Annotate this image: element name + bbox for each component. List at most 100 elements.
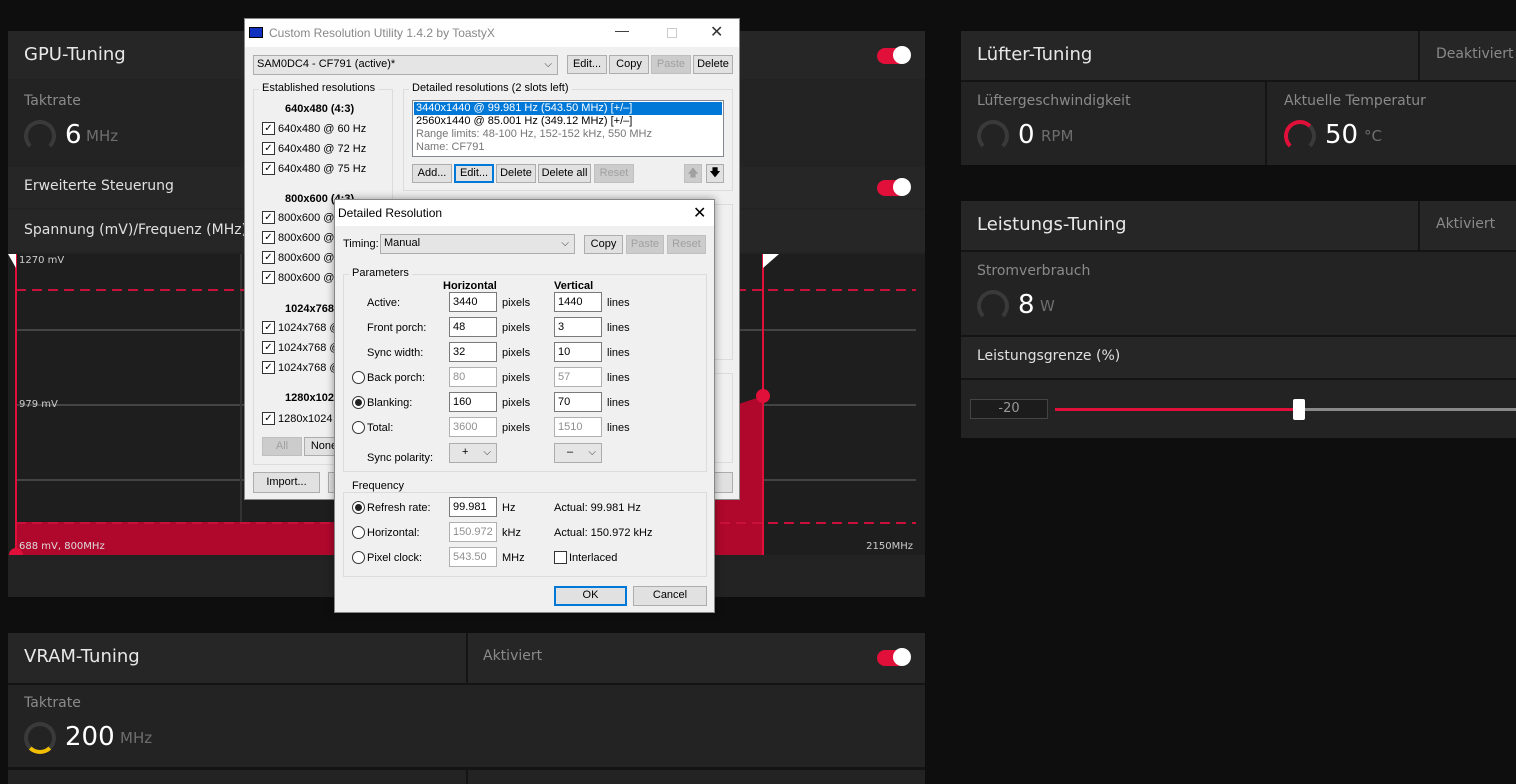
fan-speed-unit: RPM <box>1041 127 1074 145</box>
vram-clock-value: 200 <box>65 722 115 752</box>
param-label: Back porch: <box>367 372 426 384</box>
reset-button[interactable]: Reset <box>594 164 634 183</box>
minimize-icon[interactable]: — <box>615 22 629 38</box>
vram-toggle[interactable] <box>877 648 911 666</box>
param-v-input[interactable]: 57 <box>554 367 602 387</box>
h-sync-value: + <box>462 446 469 458</box>
slider-thumb[interactable] <box>1293 399 1305 420</box>
horizontal-freq-radio[interactable] <box>352 526 365 539</box>
monitor-paste-button[interactable]: Paste <box>651 55 691 74</box>
vram-title: VRAM-Tuning <box>24 646 140 667</box>
resolution-item: 800x600 @ <box>278 252 335 264</box>
ok-button[interactable]: OK <box>554 586 627 606</box>
dialog-reset-button[interactable]: Reset <box>667 235 706 254</box>
edit-button[interactable]: Edit... <box>454 164 494 183</box>
checkbox[interactable]: ✓ <box>262 271 275 284</box>
checkbox[interactable]: ✓ <box>262 211 275 224</box>
param-v-unit: lines <box>607 372 630 384</box>
slider-fill <box>1055 408 1299 411</box>
horizontal-header: Horizontal <box>443 280 497 292</box>
chevron-down-icon: ⌵ <box>544 59 552 70</box>
param-h-unit: pixels <box>502 297 531 309</box>
y-mid-label: 979 mV <box>19 399 58 410</box>
param-h-input[interactable]: 48 <box>449 317 497 337</box>
checkbox[interactable]: ✓ <box>262 162 275 175</box>
divider <box>466 633 468 683</box>
close-icon[interactable]: ✕ <box>710 22 723 42</box>
select-all-button[interactable]: All <box>262 437 302 456</box>
interlaced-label: Interlaced <box>569 552 618 564</box>
checkbox[interactable]: ✓ <box>262 361 275 374</box>
checkbox[interactable]: ✓ <box>262 341 275 354</box>
close-icon[interactable]: ✕ <box>693 203 706 223</box>
import-button[interactable]: Import... <box>253 472 320 493</box>
v-sync-polarity-select[interactable]: – ⌵ <box>554 443 602 463</box>
param-v-input[interactable]: 1440 <box>554 292 602 312</box>
checkbox[interactable]: ✓ <box>262 251 275 264</box>
param-h-input[interactable]: 80 <box>449 367 497 387</box>
param-radio[interactable] <box>352 421 365 434</box>
param-h-input[interactable]: 32 <box>449 342 497 362</box>
interlaced-checkbox[interactable] <box>554 551 567 564</box>
vf-label: Spannung (mV)/Frequenz (MHz) <box>24 222 248 238</box>
temp-label: Aktuelle Temperatur <box>1284 93 1426 109</box>
param-radio[interactable] <box>352 396 365 409</box>
add-button[interactable]: Add... <box>412 164 452 183</box>
list-item[interactable]: Range limits: 48-100 Hz, 152-152 kHz, 55… <box>416 128 652 141</box>
gpu-tuning-title: GPU-Tuning <box>24 44 126 65</box>
timing-select[interactable]: Manual ⌵ <box>380 234 575 254</box>
checkbox[interactable]: ✓ <box>262 321 275 334</box>
cancel-button[interactable]: Cancel <box>633 586 707 606</box>
checkbox[interactable]: ✓ <box>262 122 275 135</box>
power-draw-unit: W <box>1040 297 1055 315</box>
param-h-input[interactable]: 160 <box>449 392 497 412</box>
list-item[interactable]: 3440x1440 @ 99.981 Hz (543.50 MHz) [+/–] <box>414 102 722 115</box>
param-label: Total: <box>367 422 394 434</box>
list-item[interactable]: Name: CF791 <box>416 141 484 154</box>
power-limit-slider[interactable] <box>1055 399 1516 420</box>
monitor-edit-button[interactable]: Edit... <box>567 55 607 74</box>
param-v-input[interactable]: 70 <box>554 392 602 412</box>
power-limit-input[interactable]: -20 <box>970 399 1048 419</box>
monitor-select[interactable]: SAM0DC4 - CF791 (active)* ⌵ <box>253 55 558 75</box>
refresh-rate-input[interactable]: 99.981 <box>449 497 497 517</box>
pixel-clock-input[interactable]: 543.50 <box>449 547 497 567</box>
refresh-rate-unit: Hz <box>502 502 516 514</box>
param-radio[interactable] <box>352 371 365 384</box>
param-h-input[interactable]: 3440 <box>449 292 497 312</box>
monitor-copy-button[interactable]: Copy <box>609 55 649 74</box>
monitor-delete-button[interactable]: Delete <box>693 55 733 74</box>
resolution-item: 1024x768 @ <box>278 322 341 334</box>
param-v-unit: lines <box>607 422 630 434</box>
checkbox[interactable]: ✓ <box>262 231 275 244</box>
move-down-button[interactable]: 🡇 <box>706 164 724 183</box>
gpu-tuning-toggle[interactable] <box>877 46 911 64</box>
list-item[interactable]: 2560x1440 @ 85.001 Hz (349.12 MHz) [+/–] <box>416 115 632 128</box>
dialog-copy-button[interactable]: Copy <box>584 235 623 254</box>
checkbox[interactable]: ✓ <box>262 412 275 425</box>
resolution-item: 1024x768 @ <box>278 342 341 354</box>
horizontal-freq-input[interactable]: 150.972 <box>449 522 497 542</box>
pixel-clock-radio[interactable] <box>352 551 365 564</box>
move-up-button[interactable]: 🡅 <box>684 164 702 183</box>
param-v-input[interactable]: 1510 <box>554 417 602 437</box>
temp-gauge-icon <box>1284 120 1316 152</box>
dialog-paste-button[interactable]: Paste <box>626 235 664 254</box>
param-v-input[interactable]: 10 <box>554 342 602 362</box>
maximize-icon <box>667 28 677 38</box>
resolution-item: 640x480 @ 60 Hz <box>278 123 367 135</box>
detailed-resolutions-list[interactable]: 3440x1440 @ 99.981 Hz (543.50 MHz) [+/–]… <box>412 100 724 157</box>
advanced-control-toggle[interactable] <box>877 178 911 196</box>
x-max-label: 2150MHz <box>866 541 913 552</box>
refresh-rate-radio[interactable] <box>352 501 365 514</box>
h-sync-polarity-select[interactable]: + ⌵ <box>449 443 497 463</box>
frequency-label: Frequency <box>349 480 407 492</box>
param-label: Active: <box>367 297 401 309</box>
resolution-item: 1280x1024 <box>278 413 333 425</box>
v-sync-value: – <box>567 446 574 458</box>
param-h-input[interactable]: 3600 <box>449 417 497 437</box>
delete-button[interactable]: Delete <box>496 164 536 183</box>
checkbox[interactable]: ✓ <box>262 142 275 155</box>
delete-all-button[interactable]: Delete all <box>538 164 591 183</box>
param-v-input[interactable]: 3 <box>554 317 602 337</box>
